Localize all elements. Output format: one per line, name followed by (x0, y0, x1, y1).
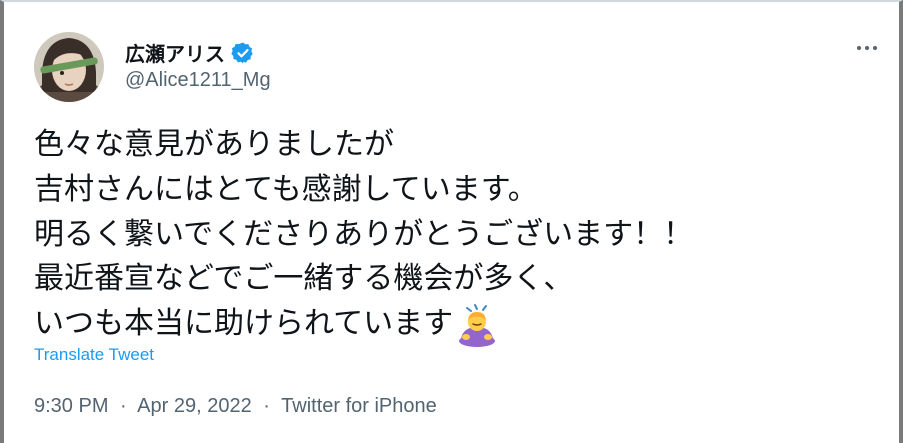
user-handle[interactable]: @Alice1211_Mg (125, 69, 271, 92)
tweet-line: 吉村さんにはとても感謝しています。 (34, 171, 538, 207)
separator: · (120, 395, 127, 417)
tweet-line: 色々な意見がありましたが (34, 127, 394, 162)
display-name-text: 広瀬アリス (125, 44, 225, 66)
more-options-button[interactable] (852, 38, 882, 58)
tweet-date[interactable]: Apr 29, 2022 (137, 395, 252, 417)
tweet-line-text: いつも本当に助けられています (34, 306, 454, 342)
verified-badge-icon (231, 41, 255, 65)
tweet-line: 最近番宣などでご一緒する機会が多く、 (34, 261, 574, 297)
tweet-text: 色々な意見がありましたが 吉村さんにはとても感謝しています。 明るく繋いでくださ… (34, 123, 693, 347)
tweet-metadata: 9:30 PM · Apr 29, 2022 · Twitter for iPh… (34, 395, 437, 418)
tweet-line: 明るく繋いでくださりありがとうございます！！ (34, 216, 694, 252)
separator: · (263, 395, 270, 417)
display-name[interactable]: 広瀬アリス (125, 38, 255, 67)
tweet-card: 広瀬アリス @Alice1211_Mg 色々な意見がありましたが 吉村さんにはと… (0, 0, 903, 443)
tweet-line-last: いつも本当に助けられています (34, 302, 693, 347)
avatar[interactable] (34, 32, 104, 102)
avatar-image (34, 32, 104, 102)
person-bowing-emoji-icon (455, 303, 499, 347)
tweet-time[interactable]: 9:30 PM (34, 395, 108, 417)
tweet-source[interactable]: Twitter for iPhone (281, 395, 437, 417)
translate-tweet-link[interactable]: Translate Tweet (34, 345, 154, 365)
more-horizontal-icon (857, 46, 877, 50)
